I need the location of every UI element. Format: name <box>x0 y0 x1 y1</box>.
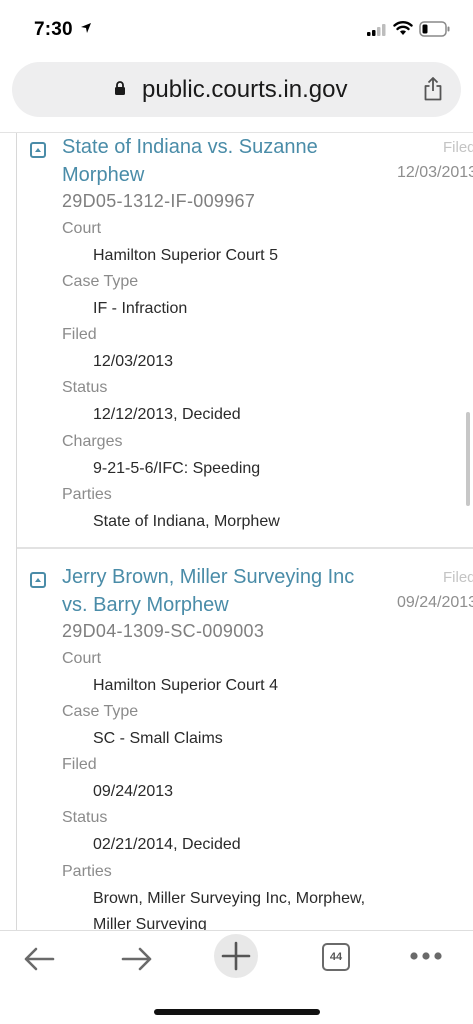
field-value-parties-cont: Miller Surveying <box>93 916 207 930</box>
status-bar: 7:30 <box>0 0 473 58</box>
field-label-court: Court <box>62 650 102 667</box>
field-label-charges: Charges <box>62 433 123 450</box>
field-value-status: 02/21/2014, Decided <box>93 836 241 853</box>
share-icon[interactable] <box>422 76 444 102</box>
filed-date: 12/03/2013 <box>397 164 473 181</box>
field-label-parties: Parties <box>62 486 112 503</box>
filed-date: 09/24/2013 <box>397 594 473 611</box>
case-number: 29D05-1312-IF-009967 <box>62 191 256 211</box>
url-text[interactable]: public.courts.in.gov <box>142 76 347 104</box>
collapse-toggle-icon[interactable] <box>30 142 46 158</box>
collapse-toggle-icon[interactable] <box>30 572 46 588</box>
field-label-status: Status <box>62 379 108 396</box>
field-value-filed: 12/03/2013 <box>93 353 174 370</box>
forward-arrow-icon[interactable] <box>120 945 154 973</box>
back-arrow-icon[interactable] <box>22 945 56 973</box>
battery-icon <box>419 21 450 37</box>
new-tab-button[interactable] <box>214 934 258 978</box>
address-bar[interactable]: public.courts.in.gov <box>12 62 461 117</box>
case-results-list[interactable]: State of Indiana vs. Suzanne Morphew Fil… <box>0 133 473 930</box>
home-indicator[interactable] <box>154 1009 320 1015</box>
list-left-border <box>16 133 17 930</box>
field-value-filed: 09/24/2013 <box>93 783 174 800</box>
case-divider <box>17 547 473 549</box>
tabs-button[interactable]: 44 <box>322 943 350 971</box>
field-value-court: Hamilton Superior Court 4 <box>93 677 278 694</box>
filed-label: Filed <box>443 139 473 156</box>
field-value-case-type: SC - Small Claims <box>93 730 223 747</box>
case-title-link[interactable]: State of Indiana vs. Suzanne Morphew <box>62 133 382 189</box>
plus-icon <box>221 941 251 971</box>
cellular-signal-icon <box>367 24 386 36</box>
wifi-icon <box>393 21 413 35</box>
filed-label: Filed <box>443 569 473 586</box>
field-value-status: 12/12/2013, Decided <box>93 406 241 423</box>
field-label-case-type: Case Type <box>62 703 139 720</box>
field-label-status: Status <box>62 809 108 826</box>
case-title-link[interactable]: Jerry Brown, Miller Surveying Inc vs. Ba… <box>62 563 382 619</box>
location-arrow-icon <box>81 23 91 33</box>
field-value-court: Hamilton Superior Court 5 <box>93 247 278 264</box>
field-label-filed: Filed <box>62 326 97 343</box>
tab-count: 44 <box>329 951 343 963</box>
field-label-parties: Parties <box>62 863 112 880</box>
field-value-charges: 9-21-5-6/IFC: Speeding <box>93 460 261 477</box>
scroll-indicator[interactable] <box>466 412 470 506</box>
field-label-filed: Filed <box>62 756 97 773</box>
lock-icon <box>115 81 125 95</box>
case-number: 29D04-1309-SC-009003 <box>62 621 265 641</box>
field-value-parties: Brown, Miller Surveying Inc, Morphew, <box>93 890 366 907</box>
field-value-case-type: IF - Infraction <box>93 300 188 317</box>
field-label-case-type: Case Type <box>62 273 139 290</box>
field-value-parties: State of Indiana, Morphew <box>93 513 280 530</box>
field-label-court: Court <box>62 220 102 237</box>
more-options-icon[interactable] <box>409 951 443 961</box>
status-time: 7:30 <box>34 19 73 40</box>
